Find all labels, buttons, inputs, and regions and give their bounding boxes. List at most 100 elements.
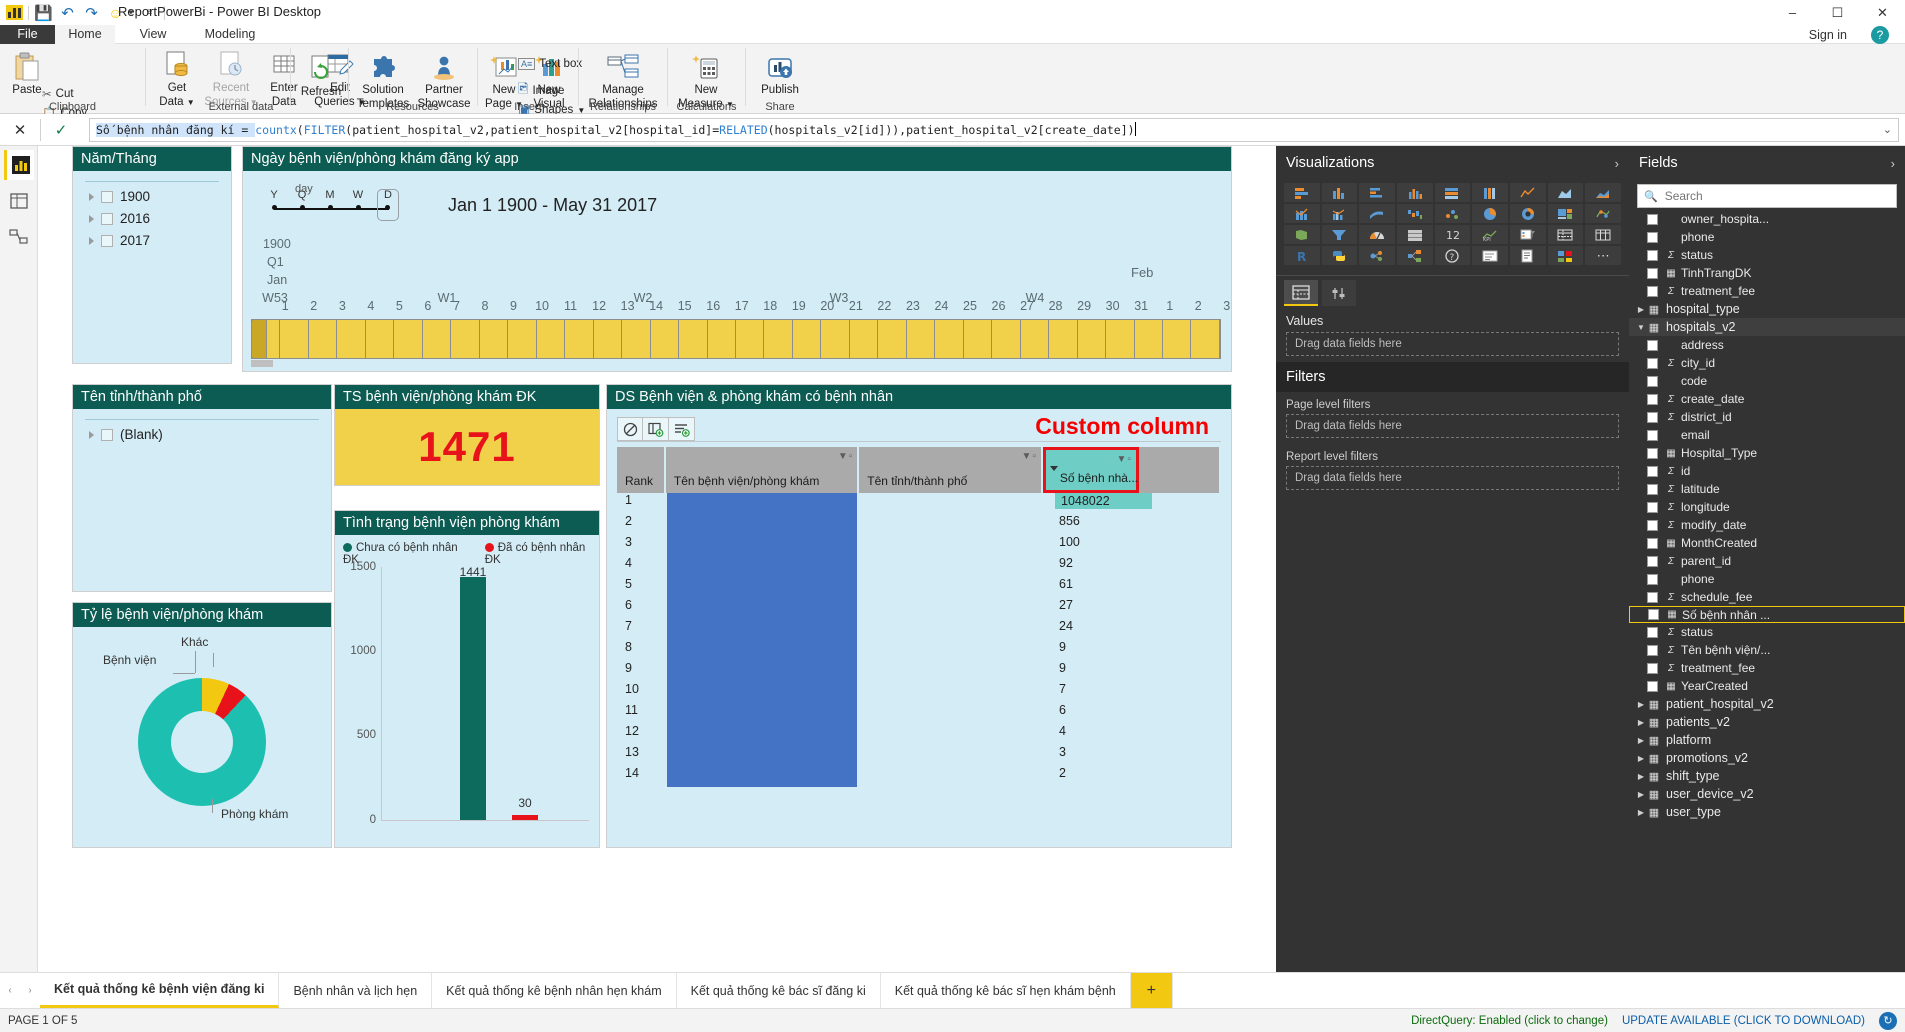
timeline-day-cell[interactable] (708, 320, 736, 358)
funnel-icon[interactable] (1321, 225, 1358, 244)
table-row[interactable]: 14 2 (617, 766, 1221, 787)
slicer-province[interactable]: Tên tỉnh/thành phố (Blank) (72, 384, 332, 592)
undo-icon[interactable]: ↶ (58, 3, 77, 22)
field-checkbox[interactable] (1647, 285, 1658, 297)
slicer-item-blank[interactable]: (Blank) (89, 427, 331, 442)
timeline-day-cell[interactable] (992, 320, 1021, 358)
table-header-province[interactable]: Tên tỉnh/thành phố ▼▫ (859, 447, 1043, 493)
page-level-filters-dropzone[interactable]: Drag data fields here (1286, 414, 1619, 438)
timeline-day-cell[interactable] (1021, 320, 1050, 358)
card-total-hospitals[interactable]: TS bệnh viện/phòng khám ĐK 1471 (334, 384, 600, 486)
values-dropzone[interactable]: Drag data fields here (1286, 332, 1619, 356)
scale-dot-w[interactable] (356, 205, 361, 210)
timeline-day-cell[interactable] (1191, 320, 1220, 358)
clustered-bar-chart-icon[interactable] (1359, 183, 1395, 202)
slicer-item-2017[interactable]: 2017 (89, 233, 231, 248)
chevron-right-icon[interactable]: ▶ (1635, 700, 1647, 709)
field-checkbox[interactable] (1647, 519, 1658, 531)
hospital-patient-table[interactable]: DS Bệnh viện & phòng khám có bệnh nhân C… (606, 384, 1232, 848)
ribbon-tab-modeling[interactable]: Modeling (190, 25, 270, 44)
ribbon-tab-view[interactable]: View (128, 25, 178, 44)
timeline-day-cell[interactable] (1106, 320, 1135, 358)
expand-formula-bar-icon[interactable]: ⌄ (1883, 123, 1892, 136)
visualization-type-grid[interactable]: 123 KPI R? ⋯ (1276, 180, 1629, 271)
sign-in-button[interactable]: Sign in (1809, 28, 1847, 42)
cut-button[interactable]: ✂ Cut (42, 87, 74, 101)
ribbon-chart-icon[interactable] (1359, 204, 1395, 223)
fields-field-item[interactable]: Σschedule_fee (1629, 588, 1905, 606)
redo-icon[interactable]: ↷ (82, 3, 101, 22)
fields-table-item[interactable]: ▶ ▦ hospital_type (1629, 300, 1905, 318)
line-clustered-column-icon[interactable] (1321, 204, 1358, 223)
r-script-visual-icon[interactable]: R (1284, 246, 1320, 265)
fields-field-item[interactable]: Σcity_id (1629, 354, 1905, 372)
fields-field-item[interactable]: phone (1629, 570, 1905, 588)
table-row[interactable]: 10 7 (617, 682, 1221, 703)
refresh-icon[interactable]: ↻ (1879, 1011, 1897, 1030)
field-checkbox[interactable] (1647, 231, 1658, 243)
qna-icon[interactable]: ? (1434, 246, 1471, 265)
table-header-hospital-name[interactable]: Tên bệnh viện/phòng khám ▼▫ (665, 447, 860, 493)
table-header-patient-count[interactable]: Số bệnh nhà... ▼▫ (1042, 447, 1139, 493)
granularity-scale[interactable]: Y Q M W D (270, 187, 399, 221)
table-header-rank[interactable]: Rank (617, 447, 666, 493)
accept-formula-button[interactable]: ✓ (41, 115, 81, 145)
fields-field-item[interactable]: Σlatitude (1629, 480, 1905, 498)
timeline-day-cell[interactable] (594, 320, 623, 358)
timeline-day-cell[interactable] (423, 320, 452, 358)
timeline-scrollbar[interactable] (251, 360, 273, 367)
chevron-right-icon[interactable]: ▶ (1635, 754, 1647, 763)
field-checkbox[interactable] (1647, 249, 1658, 261)
fields-field-item[interactable]: Σtreatment_fee (1629, 659, 1905, 677)
key-influencers-icon[interactable] (1359, 246, 1395, 265)
checkbox[interactable] (101, 428, 113, 441)
fields-field-item[interactable]: Σstatus (1629, 246, 1905, 264)
refresh-button[interactable]: Refresh (295, 54, 347, 98)
card-icon[interactable]: 123 (1434, 225, 1471, 244)
timeline-day-cell[interactable] (679, 320, 708, 358)
timeline-range-handle-left[interactable] (251, 319, 267, 359)
area-chart-icon[interactable] (1547, 183, 1584, 202)
timeline-day-cell[interactable] (793, 320, 822, 358)
page-tab-2[interactable]: Bệnh nhân và lịch hẹn (279, 973, 433, 1008)
fields-field-item[interactable]: email (1629, 426, 1905, 444)
bar-da-co-benh-nhan[interactable] (512, 814, 538, 820)
line-stacked-column-icon[interactable] (1284, 204, 1320, 223)
timeline-day-cell[interactable] (1078, 320, 1107, 358)
filter-and-delete-icons[interactable]: ▼▫ (1116, 454, 1131, 465)
page-tab-3[interactable]: Kết quả thống kê bệnh nhân hẹn khám (432, 973, 677, 1008)
smart-narrative-icon[interactable] (1472, 246, 1508, 265)
timeline-day-cell[interactable] (337, 320, 366, 358)
scale-dot-m[interactable] (328, 205, 333, 210)
maximize-button[interactable]: ☐ (1815, 0, 1860, 25)
matrix-icon[interactable] (1585, 225, 1621, 244)
table-row[interactable]: 5 61 (617, 577, 1221, 598)
line-chart-icon[interactable] (1510, 183, 1546, 202)
timeline-day-cell[interactable] (394, 320, 423, 358)
granularity-label-w[interactable]: W (353, 189, 363, 201)
field-checkbox[interactable] (1647, 267, 1658, 279)
checkbox[interactable] (101, 212, 113, 225)
chevron-right-icon[interactable]: ▶ (1635, 718, 1647, 727)
fields-field-item[interactable]: Σtreatment_fee (1629, 282, 1905, 300)
stacked-column-chart-icon[interactable] (1321, 183, 1358, 202)
field-checkbox[interactable] (1647, 644, 1658, 656)
timeline-day-cell[interactable] (1049, 320, 1078, 358)
fields-table-item[interactable]: ▶ ▦ platform (1629, 731, 1905, 749)
cancel-formula-button[interactable]: ✕ (0, 115, 40, 145)
map-icon[interactable] (1585, 204, 1621, 223)
scatter-chart-icon[interactable] (1434, 204, 1471, 223)
chevron-right-icon[interactable] (89, 430, 94, 439)
granularity-label-m[interactable]: M (325, 189, 334, 201)
page-tab-4[interactable]: Kết quả thống kê bác sĩ đăng ki (677, 973, 881, 1008)
status-bar-chart[interactable]: Tình trạng bệnh viện phòng khám Chưa có … (334, 510, 600, 848)
timeline-day-cell[interactable] (736, 320, 765, 358)
chevron-down-icon[interactable]: ▼ (1635, 323, 1647, 332)
field-checkbox[interactable] (1647, 447, 1658, 459)
waterfall-chart-icon[interactable] (1397, 204, 1433, 223)
table-row[interactable]: 1 1048022 (617, 493, 1221, 514)
timeline-day-cell[interactable] (964, 320, 993, 358)
more-options-icon[interactable]: ⋯ (1585, 246, 1621, 265)
table-row[interactable]: 89 (617, 640, 1221, 661)
chevron-right-icon[interactable]: ▶ (1635, 772, 1647, 781)
